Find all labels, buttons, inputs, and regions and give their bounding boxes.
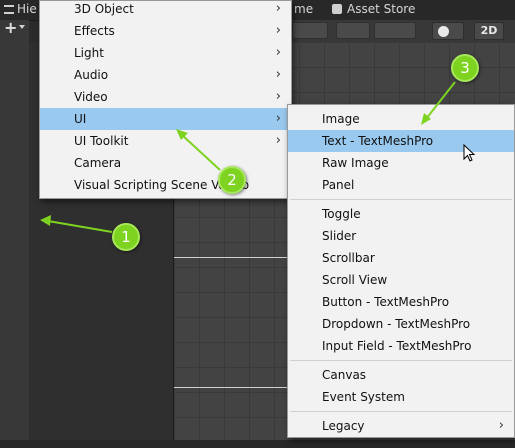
arrowhead-1 (40, 215, 51, 226)
annotation-badge-3: 3 (451, 54, 479, 82)
annotation-arrow-1 (47, 220, 113, 233)
annotation-badge-1: 1 (112, 223, 140, 251)
annotation-badge-2: 2 (218, 166, 246, 194)
annotation-arrow-3 (425, 81, 456, 120)
annotation-arrow-2 (181, 134, 221, 171)
annotation-arrows (40, 81, 456, 233)
